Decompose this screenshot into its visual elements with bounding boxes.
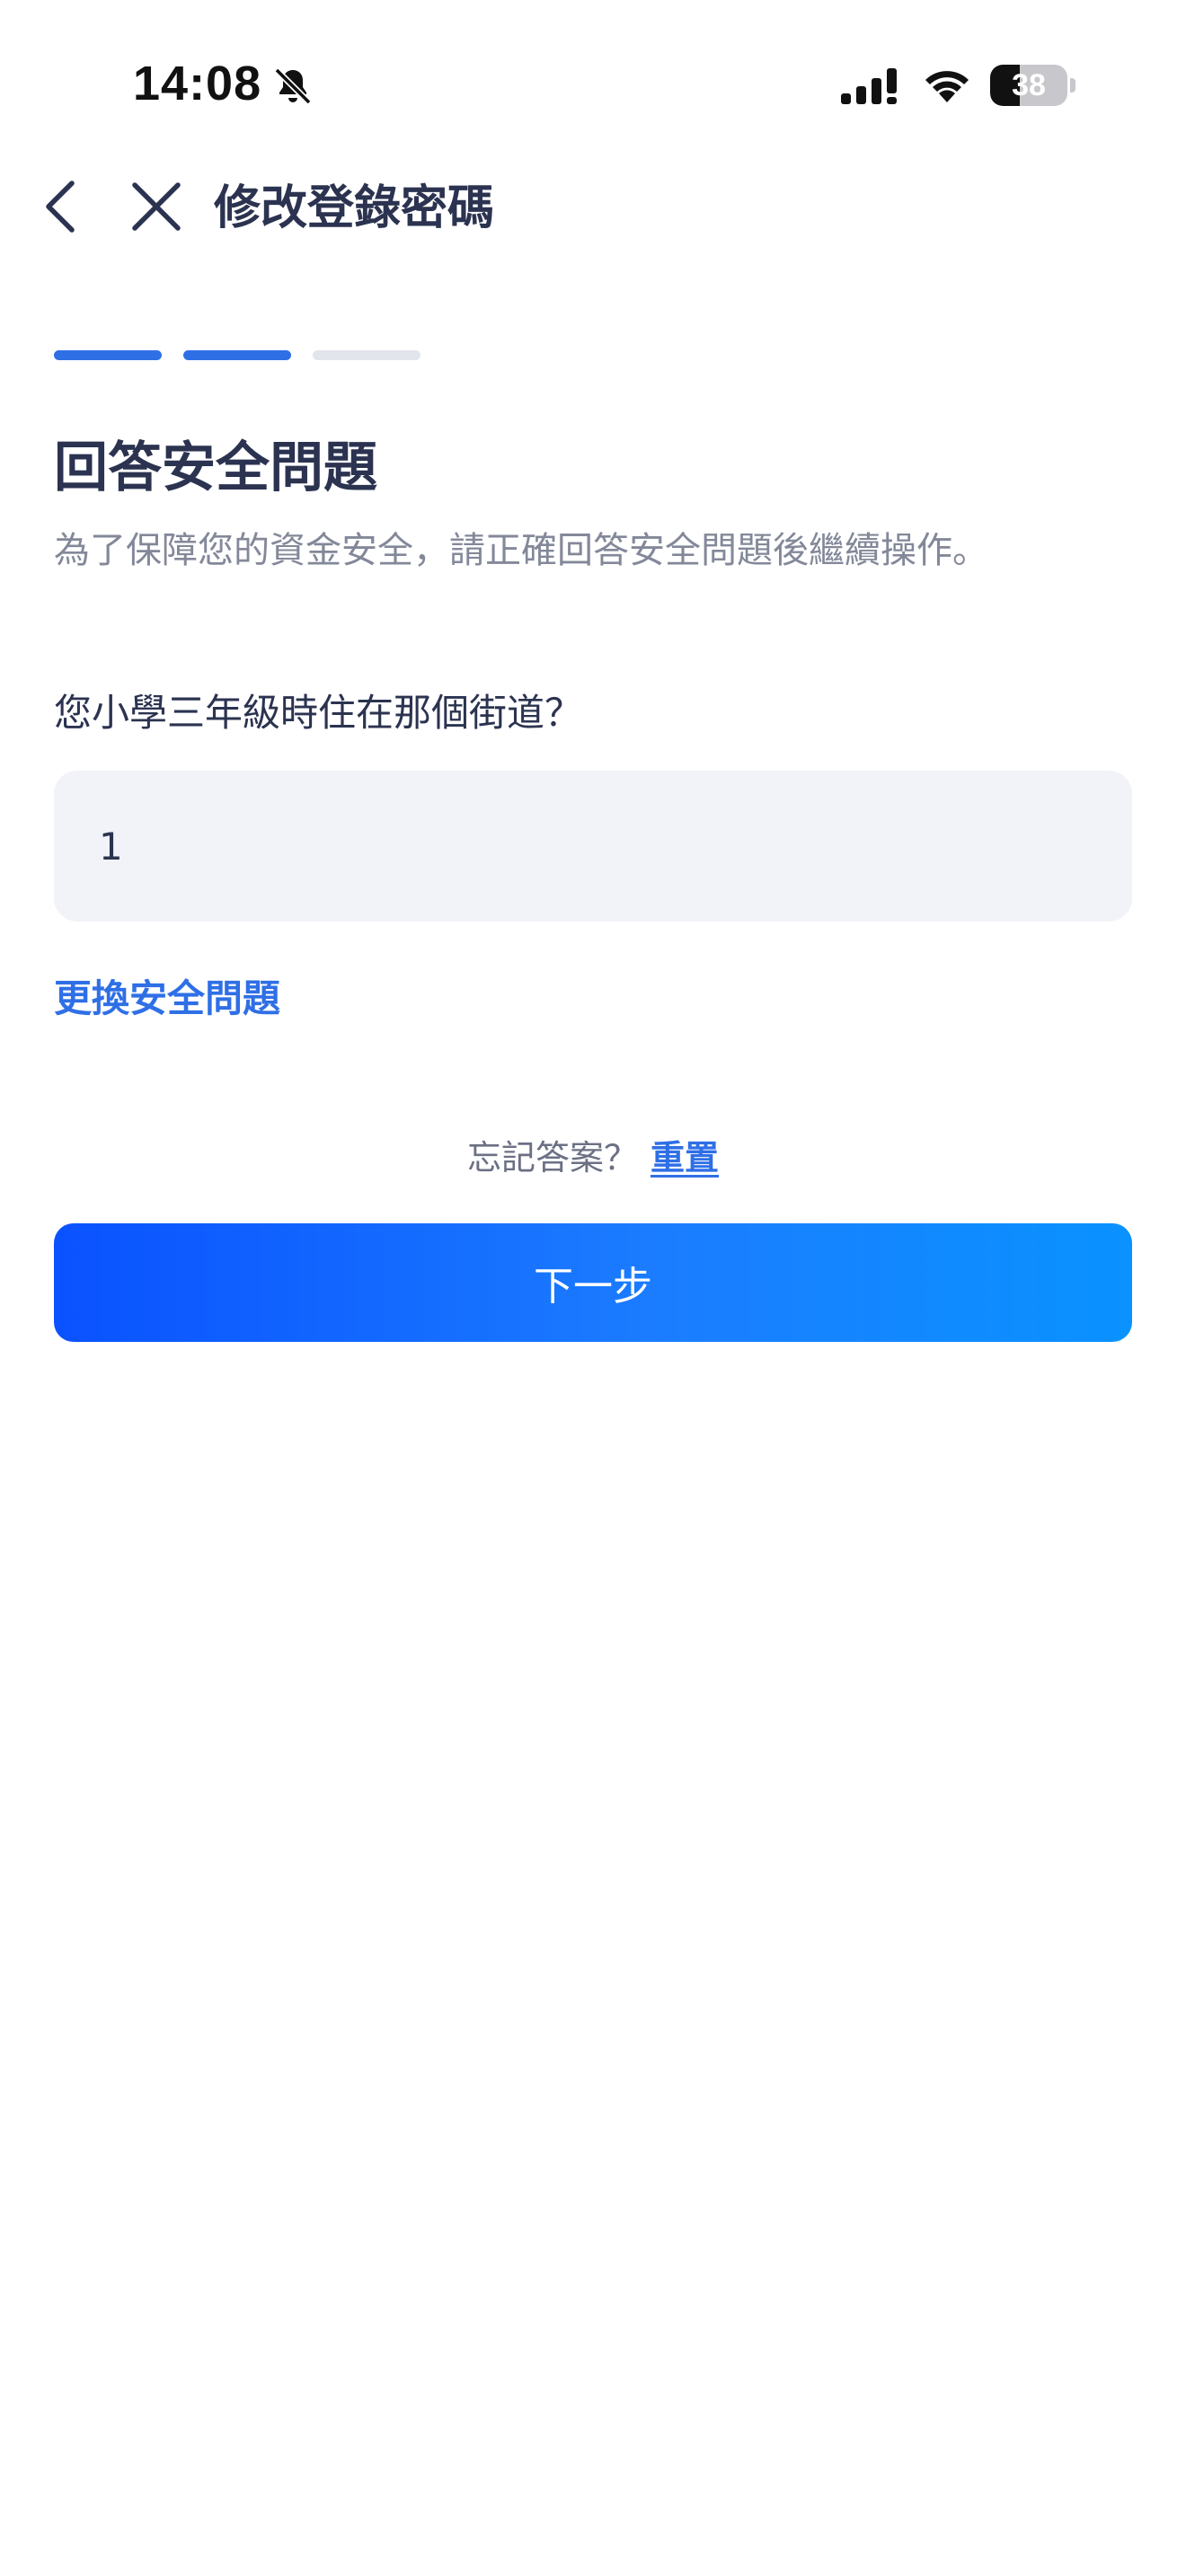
signal-icon — [841, 68, 897, 104]
wifi-icon — [925, 71, 969, 102]
bell-muted-icon — [274, 67, 312, 105]
status-bar: 14:08 38 — [0, 0, 1186, 171]
section-description: 為了保障您的資金安全，請正確回答安全問題後繼續操作。 — [54, 530, 988, 571]
battery-icon: 38 — [990, 65, 1076, 106]
progress-step-complete — [183, 350, 291, 360]
progress-step-pending — [313, 350, 420, 360]
security-question-label: 您小學三年級時住在那個街道？ — [54, 691, 583, 735]
reset-link[interactable]: 重置 — [651, 1138, 719, 1178]
back-button[interactable] — [32, 171, 95, 243]
close-icon — [132, 182, 181, 231]
section-title: 回答安全問題 — [54, 437, 377, 499]
battery-level-text: 38 — [1012, 68, 1046, 102]
status-time: 14:08 — [133, 57, 262, 110]
forgot-answer-text: 忘記答案？ — [466, 1138, 638, 1178]
close-button[interactable] — [126, 171, 189, 243]
chevron-left-icon — [46, 181, 75, 233]
change-security-question-link[interactable]: 更換安全問題 — [54, 968, 280, 1023]
security-answer-input[interactable] — [54, 771, 1132, 922]
next-button[interactable]: 下一步 — [54, 1223, 1132, 1342]
progress-step-complete — [54, 350, 162, 360]
forgot-answer-row: 忘記答案？ 重置 — [0, 1130, 1186, 1179]
battery-body: 38 — [990, 65, 1067, 106]
battery-tip — [1070, 78, 1075, 93]
page-title: 修改登錄密碼 — [214, 181, 495, 235]
